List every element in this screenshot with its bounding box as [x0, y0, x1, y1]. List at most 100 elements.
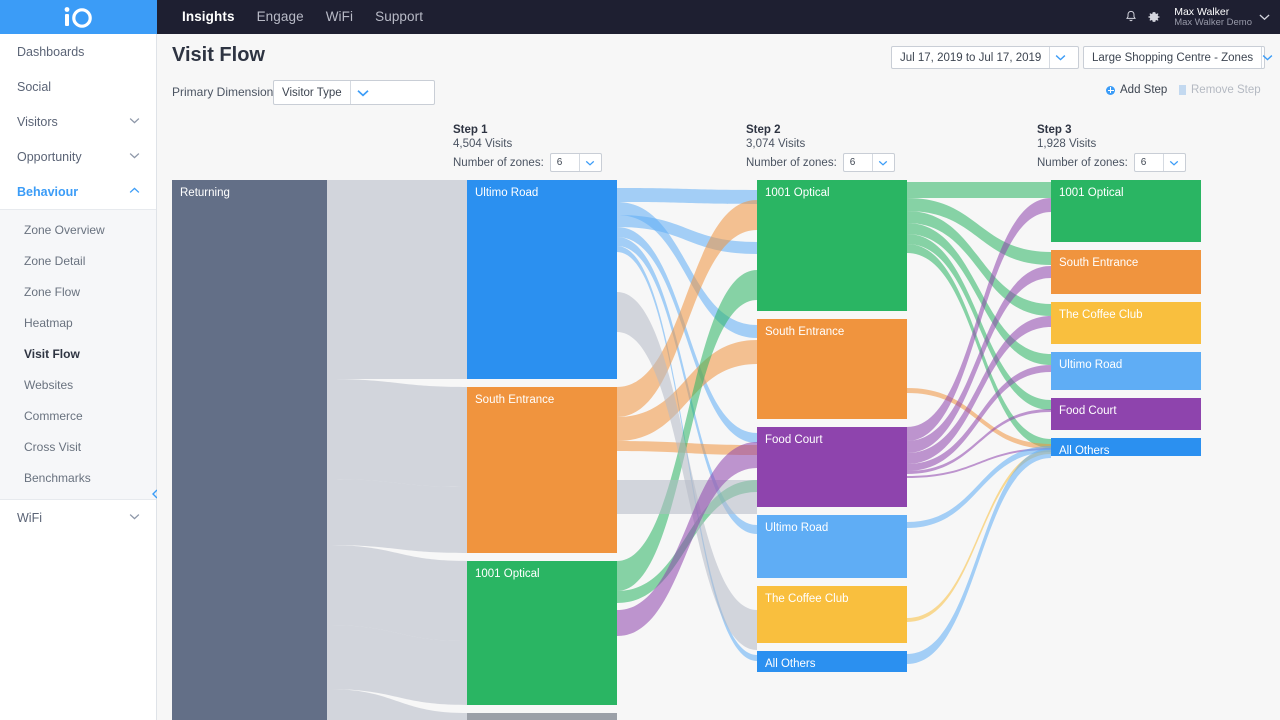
- sidebar: Dashboards Social Visitors Opportunity B…: [0, 34, 158, 720]
- location-select[interactable]: Large Shopping Centre - Zones: [1083, 46, 1273, 69]
- step-title: Step 2: [746, 124, 781, 136]
- chevron-down-icon[interactable]: [1259, 13, 1270, 21]
- sankey-node[interactable]: [1051, 180, 1201, 242]
- sankey-links-visitor-to-step1: [327, 180, 467, 720]
- sidebar-item-social[interactable]: Social: [0, 69, 156, 104]
- zones-select[interactable]: 6: [549, 153, 602, 172]
- top-bar-right: Max Walker Max Walker Demo: [1124, 0, 1280, 34]
- sankey-node[interactable]: [757, 586, 907, 643]
- step-visits: 3,074 Visits: [746, 138, 806, 150]
- topnav-item-wifi[interactable]: WiFi: [315, 0, 364, 34]
- step-header-2: Step 2 3,074 Visits Number of zones: 6: [746, 124, 895, 172]
- sidebar-item-commerce[interactable]: Commerce: [0, 400, 156, 431]
- topnav-item-support[interactable]: Support: [364, 0, 434, 34]
- sidebar-subitem-label: Cross Visit: [24, 439, 82, 454]
- sidebar-item-wifi[interactable]: WiFi: [0, 500, 156, 535]
- sankey-link[interactable]: [907, 182, 1051, 198]
- sankey-link[interactable]: [907, 448, 1051, 664]
- gear-icon[interactable]: [1147, 10, 1161, 24]
- sankey-node[interactable]: [467, 561, 617, 705]
- sidebar-item-label: WiFi: [17, 510, 42, 525]
- sankey-node[interactable]: [172, 180, 327, 720]
- primary-dimension-select[interactable]: Visitor Type: [273, 80, 435, 105]
- sidebar-item-heatmap[interactable]: Heatmap: [0, 307, 156, 338]
- sidebar-subnav: Zone Overview Zone Detail Zone Flow Heat…: [0, 209, 156, 500]
- topnav-item-engage[interactable]: Engage: [246, 0, 315, 34]
- add-step-label: Add Step: [1120, 84, 1168, 96]
- sankey-links-step2-to-step3: [907, 182, 1051, 664]
- sankey-node[interactable]: [757, 515, 907, 578]
- sankey-node[interactable]: [467, 180, 617, 379]
- sidebar-item-label: Behaviour: [17, 184, 79, 199]
- bell-icon[interactable]: [1124, 10, 1138, 24]
- chevron-down-icon: [871, 154, 894, 171]
- sankey-node[interactable]: [757, 319, 907, 419]
- sankey-link[interactable]: [327, 310, 467, 379]
- sidebar-item-behaviour[interactable]: Behaviour: [0, 174, 156, 209]
- zones-value: 6: [849, 157, 856, 168]
- visit-flow-sankey: Returning Ultimo Road South Entrance 1001 O…: [172, 180, 1280, 720]
- sidebar-item-opportunity[interactable]: Opportunity: [0, 139, 156, 174]
- sidebar-subitem-label: Visit Flow: [24, 346, 80, 361]
- sankey-node[interactable]: [1051, 302, 1201, 344]
- sankey-svg: Returning Ultimo RoadSouth Entrance1001 O…: [172, 180, 1201, 720]
- sankey-links-step1-to-step2: [617, 188, 757, 661]
- sidebar-subitem-label: Zone Flow: [24, 284, 81, 299]
- chevron-down-icon: [129, 152, 140, 162]
- zones-value: 6: [556, 157, 563, 168]
- user-menu[interactable]: Max Walker Max Walker Demo: [1174, 6, 1270, 29]
- sankey-link[interactable]: [617, 480, 757, 514]
- sankey-link[interactable]: [617, 188, 757, 204]
- sankey-node[interactable]: [757, 180, 907, 311]
- sankey-link[interactable]: [327, 479, 467, 553]
- date-range-value: Jul 17, 2019 to Jul 17, 2019: [900, 51, 1042, 64]
- sankey-node[interactable]: [1051, 250, 1201, 294]
- sidebar-item-zone-detail[interactable]: Zone Detail: [0, 245, 156, 276]
- sidebar-item-zone-overview[interactable]: Zone Overview: [0, 214, 156, 245]
- zones-value: 6: [1140, 157, 1147, 168]
- chevron-down-icon: [578, 154, 601, 171]
- zones-select[interactable]: 6: [1133, 153, 1186, 172]
- sidebar-subitem-label: Benchmarks: [24, 470, 91, 485]
- step-header-3: Step 3 1,928 Visits Number of zones: 6: [1037, 124, 1186, 172]
- sidebar-subitem-label: Websites: [24, 377, 74, 392]
- chevron-down-icon: [349, 81, 376, 104]
- dimension-row: Primary Dimension: Visitor Type Add Step…: [157, 79, 1280, 109]
- sankey-link[interactable]: [327, 180, 467, 310]
- sidebar-item-label: Dashboards: [17, 44, 85, 59]
- io-logo[interactable]: [0, 0, 157, 34]
- remove-step-icon: [1179, 85, 1186, 95]
- sidebar-item-dashboards[interactable]: Dashboards: [0, 34, 156, 69]
- remove-step-button: Remove Step: [1179, 84, 1261, 96]
- sankey-node[interactable]: [1051, 352, 1201, 390]
- sankey-node[interactable]: [467, 387, 617, 553]
- main-content: Visit Flow Jul 17, 2019 to Jul 17, 2019 …: [157, 34, 1280, 720]
- sankey-node[interactable]: [757, 651, 907, 672]
- sidebar-subitem-label: Zone Detail: [24, 253, 86, 268]
- sidebar-item-zone-flow[interactable]: Zone Flow: [0, 276, 156, 307]
- date-range-select[interactable]: Jul 17, 2019 to Jul 17, 2019: [891, 46, 1079, 69]
- sankey-node[interactable]: [1051, 438, 1201, 456]
- zones-label: Number of zones:: [1037, 156, 1128, 169]
- primary-dimension-value: Visitor Type: [282, 86, 342, 99]
- sankey-link[interactable]: [327, 379, 467, 487]
- sidebar-subitem-label: Heatmap: [24, 315, 73, 330]
- sidebar-item-visit-flow[interactable]: Visit Flow: [0, 338, 156, 369]
- chevron-down-icon: [1049, 47, 1071, 68]
- sidebar-item-cross-visit[interactable]: Cross Visit: [0, 431, 156, 462]
- step-visits: 1,928 Visits: [1037, 138, 1097, 150]
- sankey-node[interactable]: [757, 427, 907, 507]
- topnav-item-insights[interactable]: Insights: [171, 0, 246, 34]
- sidebar-item-benchmarks[interactable]: Benchmarks: [0, 462, 156, 493]
- sidebar-item-label: Visitors: [17, 114, 58, 129]
- top-bar: Insights Engage WiFi Support Max Walker …: [0, 0, 1280, 34]
- sankey-node[interactable]: [467, 713, 617, 720]
- zones-select[interactable]: 6: [842, 153, 895, 172]
- step-visits: 4,504 Visits: [453, 138, 513, 150]
- chevron-down-icon: [129, 117, 140, 127]
- sankey-node[interactable]: [1051, 398, 1201, 430]
- sidebar-item-websites[interactable]: Websites: [0, 369, 156, 400]
- add-step-button[interactable]: Add Step: [1106, 84, 1167, 96]
- zones-label: Number of zones:: [746, 156, 837, 169]
- sidebar-item-visitors[interactable]: Visitors: [0, 104, 156, 139]
